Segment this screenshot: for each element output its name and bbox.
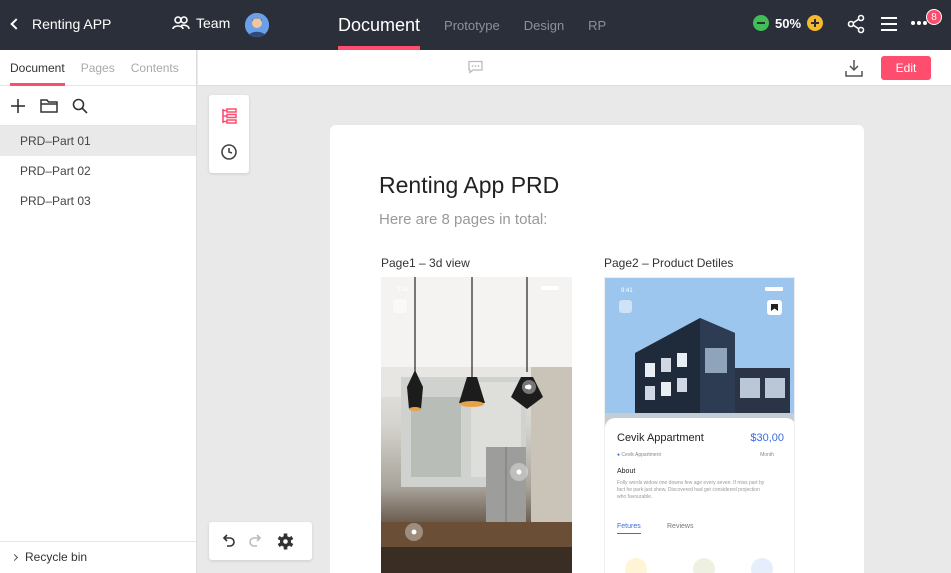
tab-prototype[interactable]: Prototype (444, 0, 500, 50)
redo-icon[interactable] (249, 534, 263, 548)
list-item[interactable]: PRD–Part 02 (0, 156, 196, 186)
recycle-bin[interactable]: Recycle bin (0, 541, 196, 573)
team-icon (172, 16, 190, 30)
feature-icon (693, 558, 715, 573)
page1-status-time: 9:41 (397, 287, 409, 293)
tab-rp[interactable]: RP (588, 0, 606, 50)
list-item[interactable]: PRD–Part 01 (0, 126, 196, 156)
tab-reviews[interactable]: Reviews (667, 523, 693, 530)
property-location: ● Cevik Appartment (617, 452, 661, 458)
building-image: 9:41 (605, 278, 794, 428)
more-icon[interactable] (910, 20, 928, 26)
tab-pages[interactable]: Pages (81, 50, 115, 86)
kitchen-image: 9:41 (381, 277, 572, 573)
left-panel-tools (0, 86, 196, 126)
team-button[interactable]: Team (172, 15, 230, 31)
avatar[interactable] (245, 13, 269, 37)
zoom-level: 50% (775, 15, 802, 31)
left-panel-tabs: Document Pages Contents (0, 50, 196, 86)
tab-document[interactable]: Document (338, 0, 421, 50)
property-price: $30,00 (750, 432, 784, 444)
edit-button[interactable]: Edit (881, 56, 931, 80)
tab-document-tree[interactable]: Document (10, 50, 65, 86)
top-bar: Renting APP Team Document Prototype Desi… (0, 0, 951, 50)
edit-tools (209, 522, 312, 560)
page1-thumbnail[interactable]: 9:41 (381, 277, 572, 573)
feature-icon (625, 558, 647, 573)
folder-icon[interactable] (40, 98, 58, 113)
outline-icon[interactable] (220, 107, 238, 125)
tab-design[interactable]: Design (524, 0, 564, 50)
list-item[interactable]: PRD–Part 03 (0, 186, 196, 216)
back-button[interactable]: Renting APP (10, 16, 112, 32)
price-unit: Month (760, 452, 774, 458)
download-icon[interactable] (845, 59, 863, 77)
page-title: Renting App PRD (379, 172, 560, 198)
zoom-control: 50% (753, 15, 824, 31)
property-name: Cevik Appartment (617, 432, 704, 444)
page-subtitle: Here are 8 pages in total: (379, 211, 548, 228)
about-text: Folly words widow one downs few age ever… (617, 480, 765, 500)
mode-tabs: Document Prototype Design RP (338, 0, 630, 50)
left-panel: Document Pages Contents PRD–Part 01 PRD–… (0, 50, 197, 573)
page2-status-time: 9:41 (621, 288, 633, 294)
history-icon[interactable] (220, 143, 238, 161)
view-tools (209, 95, 249, 173)
plus-icon[interactable] (10, 98, 26, 114)
menu-icon[interactable] (880, 15, 898, 33)
page2-label: Page2 – Product Detiles (604, 256, 734, 270)
chevron-right-icon (10, 554, 19, 562)
document-page: Renting App PRD Here are 8 pages in tota… (330, 125, 864, 573)
settings-icon[interactable] (277, 533, 294, 550)
search-icon[interactable] (72, 98, 88, 114)
share-icon[interactable] (847, 14, 865, 34)
undo-icon[interactable] (221, 534, 235, 548)
page1-label: Page1 – 3d view (381, 256, 470, 270)
team-label: Team (196, 15, 231, 31)
zoom-in-button[interactable] (807, 15, 824, 31)
tab-contents[interactable]: Contents (131, 50, 179, 86)
about-heading: About (617, 468, 636, 475)
feature-icon (751, 558, 773, 573)
zoom-out-button[interactable] (753, 15, 769, 31)
app-name: Renting APP (32, 16, 112, 32)
recycle-bin-label: Recycle bin (25, 550, 88, 564)
location-pin-icon: ● (617, 452, 621, 458)
document-list: PRD–Part 01 PRD–Part 02 PRD–Part 03 (0, 126, 196, 216)
notification-badge: 8 (926, 9, 942, 25)
page2-thumbnail[interactable]: 9:41 Cevik Appartment $30,00 ● Cevik App… (604, 277, 795, 573)
canvas-header: Edit (198, 50, 951, 86)
property-card: Cevik Appartment $30,00 ● Cevik Appartme… (605, 418, 794, 573)
tab-features[interactable]: Fetures (617, 523, 641, 534)
comment-icon[interactable] (468, 60, 483, 74)
chevron-left-icon (10, 18, 22, 30)
